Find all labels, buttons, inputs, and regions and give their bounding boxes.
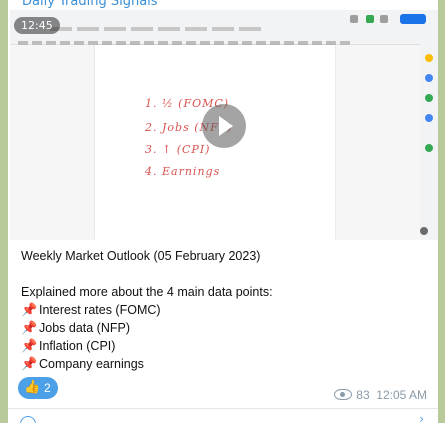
list-item: 📌 Company earnings [21, 356, 144, 371]
gear-icon[interactable] [420, 227, 428, 235]
pushpin-icon: 📌 [21, 302, 38, 317]
list-item: 📌 Inflation (CPI) [21, 338, 116, 353]
view-count: 83 [356, 388, 370, 402]
message-meta: 83 12:05 AM [334, 388, 427, 402]
note-line-3: 3. ↑ (CPI) [145, 143, 211, 156]
pushpin-icon: 📌 [21, 338, 38, 353]
channel-title[interactable]: Daily Trading Signals [22, 0, 158, 9]
message-intro: Explained more about the 4 main data poi… [21, 285, 273, 299]
pushpin-icon: 📌 [21, 356, 38, 371]
message-time: 12:05 AM [376, 388, 427, 402]
reaction-count: 2 [44, 381, 51, 395]
list-item: 📌 Jobs data (NFP) [21, 320, 131, 335]
docs-toolbar [10, 10, 438, 45]
divider [8, 408, 438, 409]
docs-sidebar [420, 44, 438, 240]
thumbs-up-icon: 👍 [24, 379, 41, 394]
video-duration: 12:45 [14, 17, 60, 34]
list-item: 📌 Interest rates (FOMC) [21, 302, 161, 317]
note-line-4: 4. Earnings [145, 165, 221, 178]
message-bubble: Daily Trading Signals 1. ½ (FOMC) 2. Job… [8, 0, 438, 423]
video-preview[interactable]: 1. ½ (FOMC) 2. Jobs (NFP) 3. ↑ (CPI) 4. … [10, 10, 438, 240]
eye-icon [334, 389, 353, 400]
comment-icon[interactable] [20, 416, 36, 423]
pushpin-icon: 📌 [21, 320, 38, 335]
reaction-thumbs-up[interactable]: 👍 2 [18, 377, 58, 399]
chevron-right-icon[interactable]: › [419, 412, 424, 423]
message-text: Weekly Market Outlook (05 February 2023)… [21, 247, 273, 373]
share-button-thumb [400, 14, 426, 24]
message-title: Weekly Market Outlook (05 February 2023) [21, 249, 261, 263]
play-icon[interactable] [202, 104, 246, 148]
